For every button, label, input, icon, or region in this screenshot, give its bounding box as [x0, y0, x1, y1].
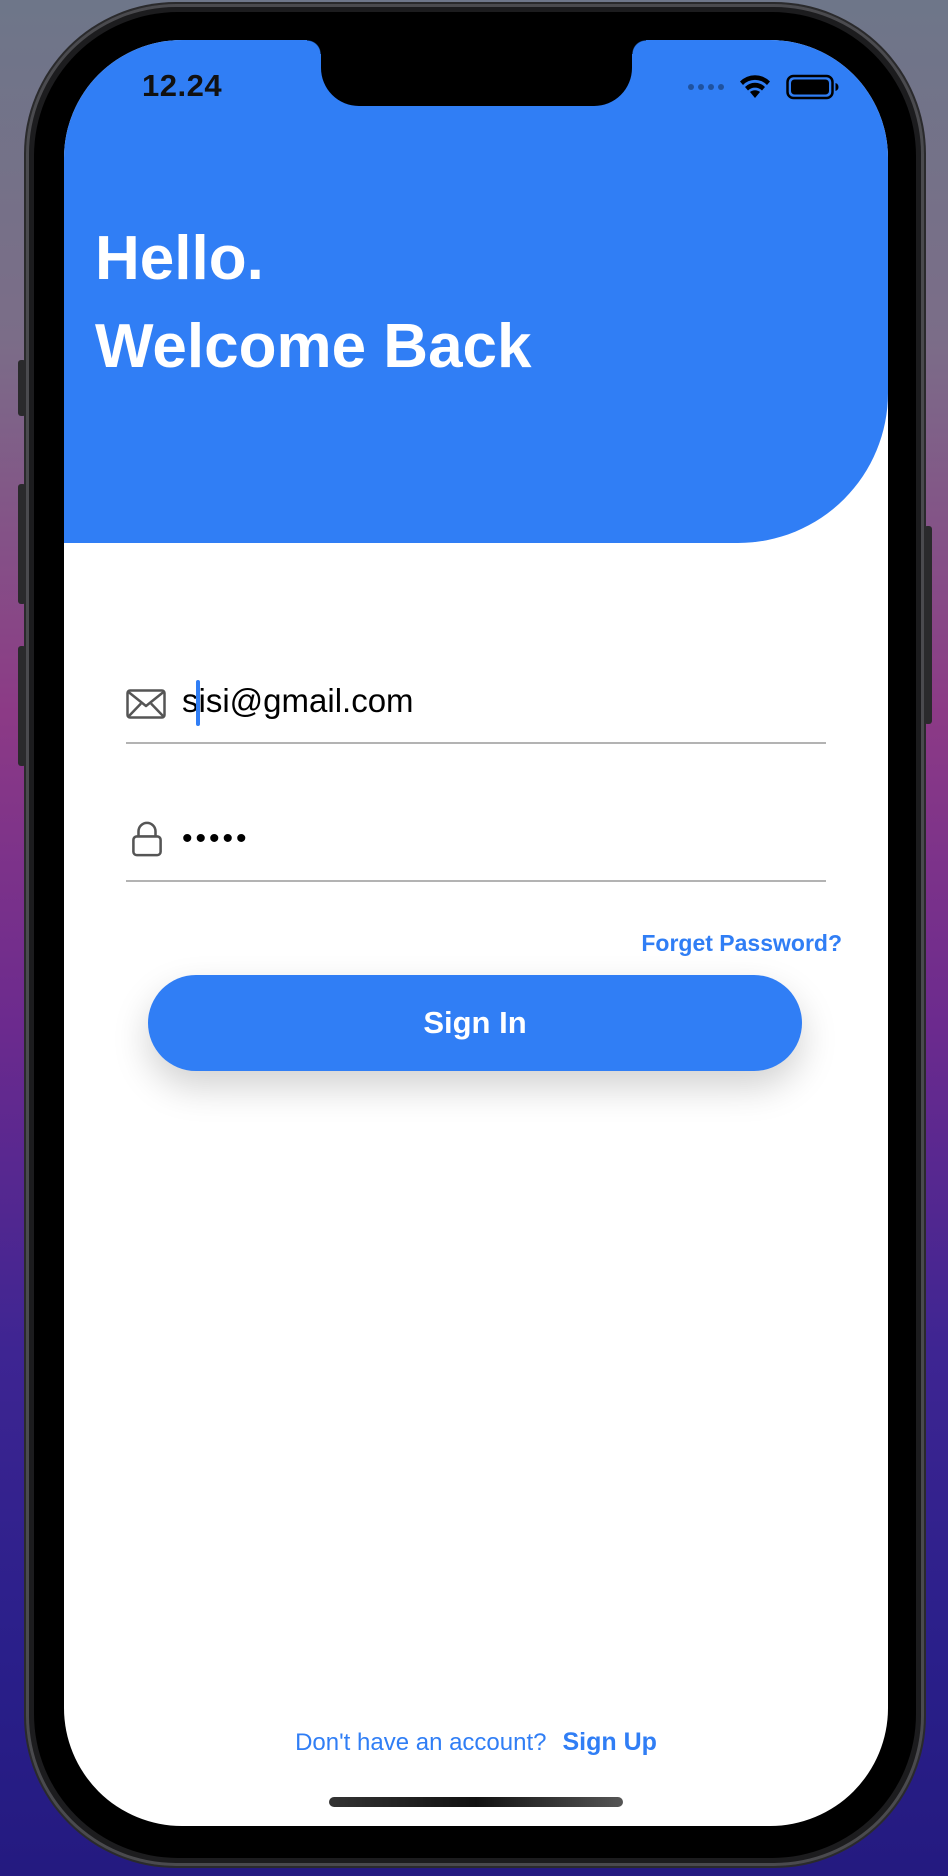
signup-prompt-text: Don't have an account? [295, 1729, 547, 1756]
sign-in-button[interactable]: Sign In [148, 975, 802, 1071]
battery-icon [786, 74, 839, 100]
app-screen: 12.24 Hello. Welcome Back sisi@gmail.com [64, 40, 888, 1826]
side-button-power [924, 526, 932, 724]
greeting-line-hello: Hello. [95, 224, 264, 293]
lock-icon [132, 821, 162, 857]
side-button-action [18, 360, 26, 416]
side-button-volume-up [18, 484, 26, 604]
home-indicator[interactable] [329, 1797, 623, 1807]
forgot-password-link[interactable]: Forget Password? [641, 930, 842, 957]
password-field[interactable]: ••••• [126, 808, 826, 882]
welcome-heading: Hello. Welcome Back [95, 215, 532, 391]
sign-up-link[interactable]: Sign Up [563, 1728, 657, 1757]
email-field[interactable]: sisi@gmail.com [126, 670, 826, 744]
email-input-value[interactable]: sisi@gmail.com [182, 682, 414, 720]
text-cursor [196, 680, 200, 726]
signup-footer: Don't have an account? Sign Up [64, 1728, 888, 1757]
envelope-icon [126, 689, 166, 719]
side-button-volume-down [18, 646, 26, 766]
cellular-signal-icon [688, 84, 724, 90]
status-icons [688, 74, 840, 100]
status-time: 12.24 [142, 68, 223, 103]
camera-notch [307, 40, 646, 106]
wifi-icon [740, 75, 770, 98]
greeting-line-welcome: Welcome Back [95, 312, 532, 381]
password-input-value[interactable]: ••••• [182, 822, 250, 856]
